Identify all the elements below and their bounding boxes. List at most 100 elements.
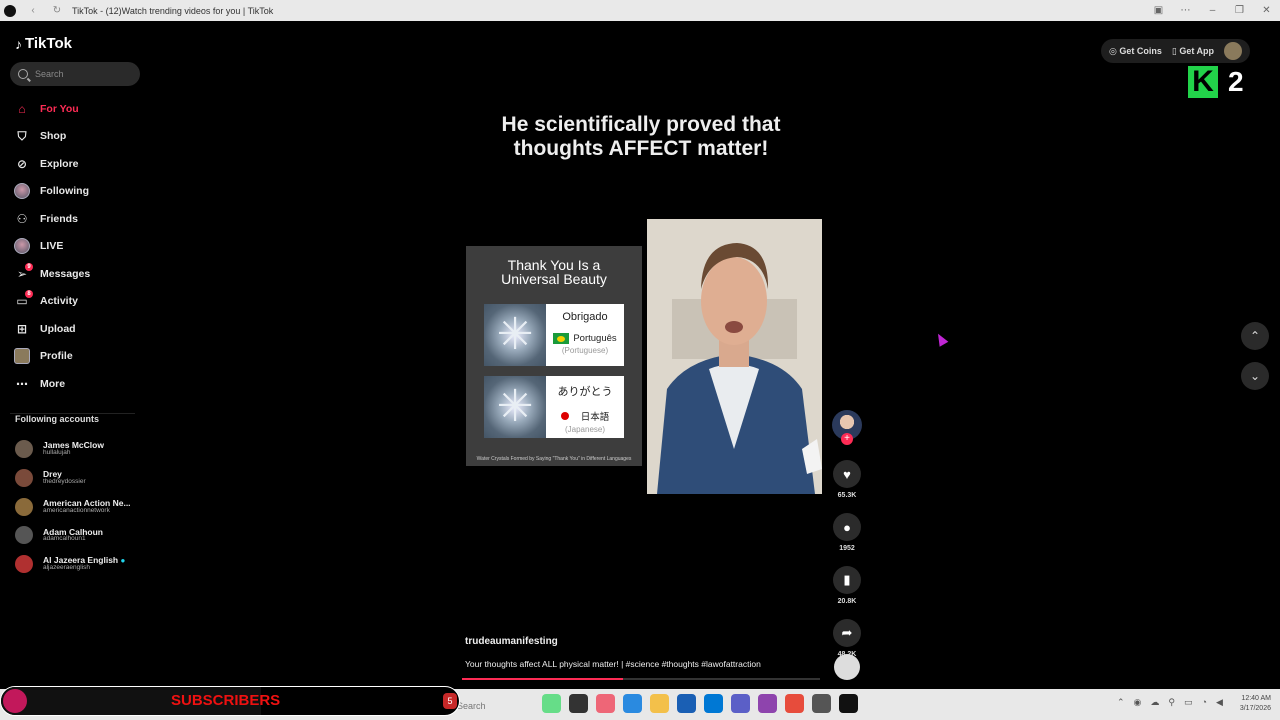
nav-item-friends[interactable]: ⚇ Friends — [13, 205, 143, 233]
next-video-button[interactable]: ⌄ — [1241, 362, 1269, 390]
save-action[interactable]: ▮ 20.8K — [832, 566, 862, 605]
cloud-icon[interactable]: ☁ — [1150, 697, 1159, 708]
comment-count: 1952 — [839, 545, 855, 552]
nav-label: Following — [40, 185, 89, 198]
crystal-card-portuguese: Obrigado Português (Portuguese) — [484, 304, 624, 366]
nav-item-profile[interactable]: Profile — [13, 343, 143, 371]
tab-icon[interactable]: ▣ — [1145, 5, 1172, 16]
back-icon[interactable]: ‹ — [26, 5, 40, 16]
get-app-button[interactable]: ▯ Get App — [1172, 46, 1214, 57]
following-account[interactable]: Al Jazeera English ● aljazeeraenglish — [15, 550, 145, 579]
volume-icon[interactable]: ◀ — [1216, 697, 1223, 708]
nav-item-activity[interactable]: ▭ 8 Activity — [13, 288, 143, 316]
taskbar-app-icon[interactable] — [596, 694, 615, 713]
home-icon: ⌂ — [18, 101, 26, 116]
tiktok-logo-icon: ♪ — [15, 35, 22, 52]
creator-avatar[interactable]: + — [832, 410, 862, 445]
card-language-english: (Japanese) — [564, 425, 606, 434]
nav-label: Friends — [40, 212, 78, 225]
subscribers-overlay: SUBSCRIBERS 5 — [0, 686, 460, 716]
bookmark-icon[interactable]: ▮ — [833, 566, 861, 594]
following-account[interactable]: Adam Calhoun adamcalhoun1 — [15, 521, 145, 550]
restore-icon[interactable]: ❐ — [1226, 5, 1253, 16]
previous-video-button[interactable]: ⌃ — [1241, 322, 1269, 350]
tiktok-logo[interactable]: ♪ TikTok — [15, 35, 72, 52]
avatar-icon — [13, 182, 31, 200]
taskbar-search[interactable]: Search — [457, 701, 486, 711]
k-number: 2 — [1228, 66, 1244, 97]
comment-action[interactable]: ● 1952 — [832, 513, 862, 552]
nav-item-live[interactable]: LIVE — [13, 233, 143, 261]
comment-icon[interactable]: ● — [833, 513, 861, 541]
taskbar-clock[interactable]: 12:40 AM 3/17/2026 — [1231, 694, 1271, 714]
nav-item-upload[interactable]: ⊞ Upload — [13, 315, 143, 343]
nav-item-explore[interactable]: ⊘ Explore — [13, 150, 143, 178]
like-count: 65.3K — [837, 492, 857, 499]
minimize-icon[interactable]: – — [1199, 5, 1226, 16]
mic-icon[interactable]: ⚲ — [1168, 697, 1175, 708]
brazil-flag-icon — [553, 333, 570, 344]
video-author[interactable]: trudeaumanifesting — [465, 636, 558, 647]
refresh-icon[interactable]: ↻ — [50, 5, 64, 16]
slide-heading-line: Universal Beauty — [501, 271, 607, 287]
search-placeholder: Search — [35, 69, 64, 79]
clock-time: 12:40 AM — [1241, 695, 1271, 702]
chevron-up-icon[interactable]: ⌃ — [1117, 697, 1125, 708]
live-icon — [13, 237, 31, 255]
like-action[interactable]: ♥ 65.3K — [832, 460, 862, 499]
video-progress-fill — [462, 678, 624, 680]
video-title-line: thoughts AFFECT matter! — [513, 137, 769, 160]
slide-footnote: Water Crystals Formed by Saying "Thank Y… — [476, 456, 632, 462]
taskbar-app-icon[interactable] — [542, 694, 561, 713]
nav-item-more[interactable]: ⋯ More — [13, 370, 143, 398]
teams-icon[interactable] — [731, 694, 750, 713]
subscribe-avatar-icon — [3, 689, 27, 713]
folder-icon[interactable] — [650, 694, 669, 713]
more-icon[interactable]: ⋯ — [1172, 5, 1199, 16]
outlook-icon[interactable] — [704, 694, 723, 713]
search-icon — [18, 69, 28, 79]
heart-icon[interactable]: ♥ — [833, 460, 861, 488]
taskbar-app-icon[interactable] — [569, 694, 588, 713]
video-progress-bar[interactable] — [462, 678, 820, 680]
share-icon[interactable]: ➦ — [833, 619, 861, 647]
follow-plus-icon[interactable]: + — [841, 433, 853, 445]
profile-avatar[interactable] — [1224, 42, 1243, 60]
nav-label: Upload — [40, 322, 76, 335]
sidebar: ♪ TikTok Search ⌂ For You ⛉ Shop ⊘ Explo… — [0, 21, 150, 685]
clock-date: 3/17/2026 — [1239, 705, 1271, 712]
nav-item-messages[interactable]: ➢ 9 Messages — [13, 260, 143, 288]
following-account[interactable]: Drey thedreydossier — [15, 464, 145, 493]
nav-item-following[interactable]: Following — [13, 178, 143, 206]
share-action[interactable]: ➦ 48.2K — [832, 619, 862, 658]
sound-avatar[interactable] — [834, 654, 860, 680]
account-handle: adamcalhoun1 — [43, 535, 86, 543]
network-icon[interactable]: ◉ — [1134, 697, 1142, 708]
search-input[interactable]: Search — [10, 62, 140, 86]
mouse-cursor — [933, 331, 949, 347]
subscribers-count: 5 — [443, 693, 457, 709]
following-account[interactable]: American Action Ne... americanactionnetwo… — [15, 492, 145, 521]
close-icon[interactable]: ✕ — [1253, 5, 1280, 16]
taskbar-app-icon[interactable] — [677, 694, 696, 713]
wifi-icon[interactable]: ◔ — [1202, 697, 1207, 708]
chevron-down-icon: ⌄ — [1249, 369, 1261, 383]
nav-item-for-you[interactable]: ⌂ For You — [13, 95, 143, 123]
nav-label: Shop — [40, 130, 67, 143]
shopping-bag-icon: ⛉ — [17, 128, 27, 143]
taskbar-app-icon[interactable] — [785, 694, 804, 713]
save-count: 20.8K — [837, 598, 857, 605]
speaker-illustration — [647, 219, 822, 494]
nav-item-shop[interactable]: ⛉ Shop — [13, 123, 143, 151]
tab-title[interactable]: TikTok - (12)Watch trending videos for y… — [72, 6, 273, 16]
avatar — [15, 497, 33, 516]
activity-badge: 8 — [25, 290, 33, 299]
tiktok-taskbar-icon[interactable] — [839, 694, 858, 713]
taskbar-app-icon[interactable] — [812, 694, 831, 713]
following-account[interactable]: James McClow hullalujah — [15, 435, 145, 464]
display-icon[interactable]: ▭ — [1184, 697, 1193, 708]
account-handle: americanactionnetwork — [43, 506, 110, 514]
edge-icon[interactable] — [623, 694, 642, 713]
get-coins-button[interactable]: ◎ Get Coins — [1109, 46, 1162, 57]
taskbar-app-icon[interactable] — [758, 694, 777, 713]
